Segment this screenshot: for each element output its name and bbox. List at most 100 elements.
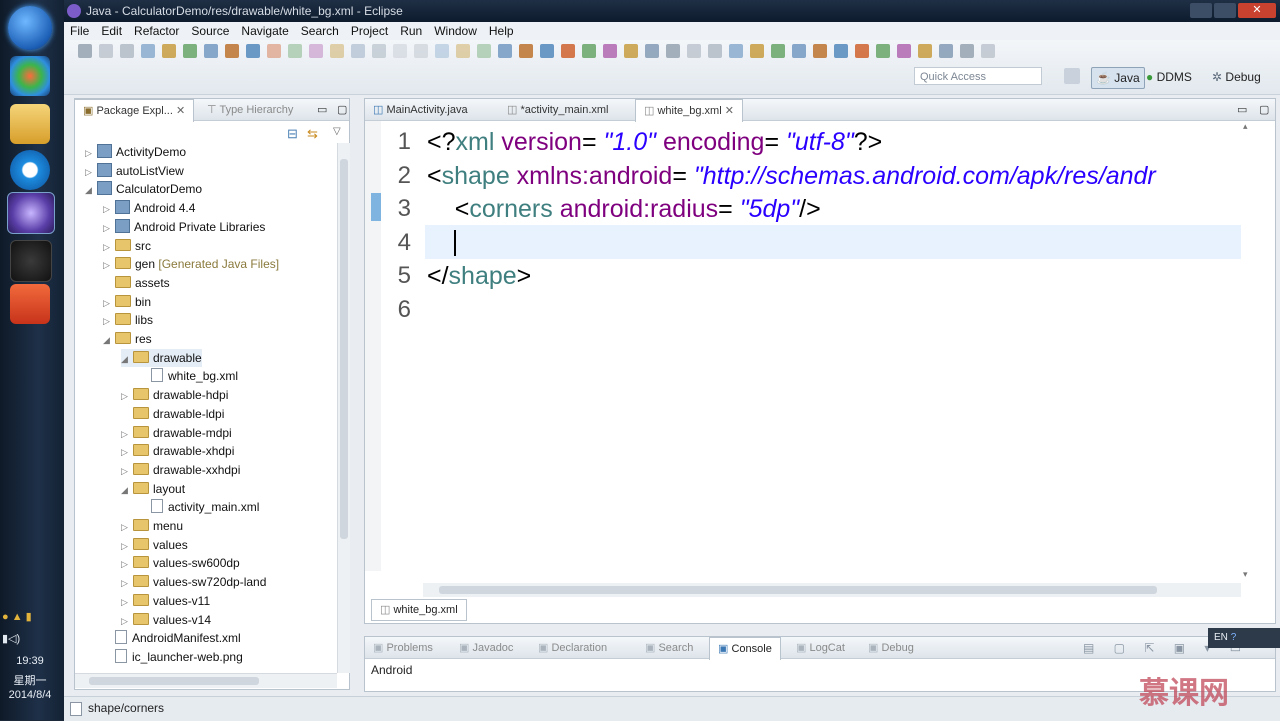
recorder-icon[interactable] — [10, 284, 50, 324]
expand-arrow-icon[interactable]: ◢ — [85, 181, 97, 199]
tree-vertical-scrollbar[interactable] — [337, 143, 350, 673]
tree-item[interactable]: ▷ values — [121, 536, 188, 554]
tree-item[interactable]: ▷ values-sw600dp — [121, 554, 240, 572]
toolbar-button-icon[interactable] — [414, 44, 428, 58]
expand-arrow-icon[interactable]: ▷ — [85, 163, 97, 181]
toolbar-button-icon[interactable] — [330, 44, 344, 58]
minimize-button[interactable] — [1190, 3, 1212, 18]
tree-item[interactable]: ▷ drawable-mdpi — [121, 424, 232, 442]
tree-item[interactable]: ▷ Android Private Libraries — [103, 218, 265, 236]
toolbar-button-icon[interactable] — [645, 44, 659, 58]
tree-item[interactable]: assets — [103, 274, 170, 292]
tree-horizontal-scrollbar[interactable] — [75, 673, 337, 688]
toolbar-button-icon[interactable] — [603, 44, 617, 58]
toolbar-button-icon[interactable] — [960, 44, 974, 58]
expand-arrow-icon[interactable]: ▷ — [121, 462, 133, 480]
menu-source[interactable]: Source — [191, 24, 229, 38]
code-line[interactable]: <corners android:radius= "5dp"/> — [427, 192, 821, 226]
toolbar-button-icon[interactable] — [78, 44, 92, 58]
tree-item[interactable]: ▷ menu — [121, 517, 183, 535]
close-tab-icon[interactable]: ✕ — [176, 105, 185, 117]
toolbar-button-icon[interactable] — [183, 44, 197, 58]
toolbar-button-icon[interactable] — [876, 44, 890, 58]
view-menu-icon[interactable]: ▽ — [333, 126, 341, 137]
toolbar-button-icon[interactable] — [99, 44, 113, 58]
toolbar-button-icon[interactable] — [939, 44, 953, 58]
tree-item[interactable]: ▷ drawable-xxhdpi — [121, 461, 240, 479]
expand-arrow-icon[interactable]: ▷ — [103, 200, 115, 218]
expand-arrow-icon[interactable]: ◢ — [121, 350, 133, 368]
tab-problems[interactable]: ▣ Problems — [365, 637, 441, 659]
expand-arrow-icon[interactable]: ▷ — [121, 443, 133, 461]
code-line[interactable]: <?xml version= "1.0" encoding= "utf-8"?> — [427, 125, 882, 159]
toolbar-button-icon[interactable] — [372, 44, 386, 58]
menu-edit[interactable]: Edit — [101, 24, 122, 38]
tree-item[interactable]: ▷ Android 4.4 — [103, 199, 195, 217]
tab-activity-main-xml[interactable]: ◫ *activity_main.xml — [499, 99, 617, 121]
tree-item[interactable]: ▷ drawable-hdpi — [121, 386, 228, 404]
expand-arrow-icon[interactable]: ▷ — [85, 144, 97, 162]
expand-arrow-icon[interactable]: ▷ — [103, 294, 115, 312]
tree-item[interactable]: ▷ gen [Generated Java Files] — [103, 255, 279, 273]
toolbar-button-icon[interactable] — [666, 44, 680, 58]
toolbar-button-icon[interactable] — [834, 44, 848, 58]
toolbar-button-icon[interactable] — [225, 44, 239, 58]
toolbar-button-icon[interactable] — [981, 44, 995, 58]
tab-type-hierarchy[interactable]: ⊤ Type Hierarchy — [199, 99, 301, 121]
open-perspective-icon[interactable] — [1064, 68, 1080, 84]
code-line[interactable]: </shape> — [427, 259, 531, 293]
perspective-ddms[interactable]: ● DDMS — [1146, 67, 1192, 87]
qq-browser-icon[interactable] — [10, 150, 50, 190]
eclipse-icon[interactable] — [7, 192, 55, 234]
expand-arrow-icon[interactable]: ▷ — [103, 256, 115, 274]
tree-item[interactable]: ▷ libs — [103, 311, 153, 329]
toolbar-button-icon[interactable] — [918, 44, 932, 58]
toolbar-button-icon[interactable] — [561, 44, 575, 58]
menu-file[interactable]: File — [70, 24, 89, 38]
menu-help[interactable]: Help — [489, 24, 514, 38]
tab-package-explorer[interactable]: ▣ Package Expl... ✕ — [74, 99, 195, 122]
tree-item[interactable]: ▷ bin — [103, 293, 151, 311]
editor-horizontal-scrollbar[interactable] — [423, 583, 1241, 597]
editor-bottom-tab-design[interactable]: ◫ white_bg.xml — [371, 599, 467, 621]
expand-arrow-icon[interactable]: ▷ — [103, 219, 115, 237]
toolbar-button-icon[interactable] — [897, 44, 911, 58]
maximize-button[interactable] — [1214, 3, 1236, 18]
expand-arrow-icon[interactable]: ▷ — [121, 593, 133, 611]
menu-refactor[interactable]: Refactor — [134, 24, 179, 38]
tab-logcat[interactable]: ▣ LogCat — [788, 637, 853, 659]
tree-item[interactable]: activity_main.xml — [139, 498, 259, 516]
close-tab-icon[interactable]: ✕ — [725, 105, 734, 117]
menu-run[interactable]: Run — [400, 24, 422, 38]
toolbar-button-icon[interactable] — [288, 44, 302, 58]
toolbar-button-icon[interactable] — [729, 44, 743, 58]
toolbar-button-icon[interactable] — [624, 44, 638, 58]
toolbar-button-icon[interactable] — [813, 44, 827, 58]
expand-arrow-icon[interactable]: ▷ — [121, 574, 133, 592]
toolbar-button-icon[interactable] — [456, 44, 470, 58]
tree-item[interactable]: ▷ autoListView — [85, 162, 184, 180]
menu-project[interactable]: Project — [351, 24, 388, 38]
expand-arrow-icon[interactable]: ◢ — [103, 331, 115, 349]
tree-item[interactable]: ◢ layout — [121, 480, 185, 498]
toolbar-button-icon[interactable] — [477, 44, 491, 58]
expand-arrow-icon[interactable]: ▷ — [121, 612, 133, 630]
tree-item[interactable]: ◢ res — [103, 330, 152, 348]
toolbar-button-icon[interactable] — [435, 44, 449, 58]
toolbar-button-icon[interactable] — [162, 44, 176, 58]
expand-arrow-icon[interactable]: ▷ — [121, 555, 133, 573]
expand-arrow-icon[interactable]: ▷ — [103, 312, 115, 330]
maximize-editor-button[interactable]: ▢ — [1251, 99, 1277, 121]
toolbar-button-icon[interactable] — [792, 44, 806, 58]
toolbar-button-icon[interactable] — [351, 44, 365, 58]
expand-arrow-icon[interactable]: ▷ — [121, 518, 133, 536]
toolbar-button-icon[interactable] — [519, 44, 533, 58]
toolbar-button-icon[interactable] — [246, 44, 260, 58]
link-editor-icon[interactable]: ⇆ — [307, 126, 318, 142]
toolbar-button-icon[interactable] — [771, 44, 785, 58]
toolbar-button-icon[interactable] — [267, 44, 281, 58]
tree-item[interactable]: ▷ drawable-xhdpi — [121, 442, 234, 460]
menu-search[interactable]: Search — [301, 24, 339, 38]
toolbar-button-icon[interactable] — [393, 44, 407, 58]
collapse-all-icon[interactable]: ⊟ — [287, 126, 298, 142]
